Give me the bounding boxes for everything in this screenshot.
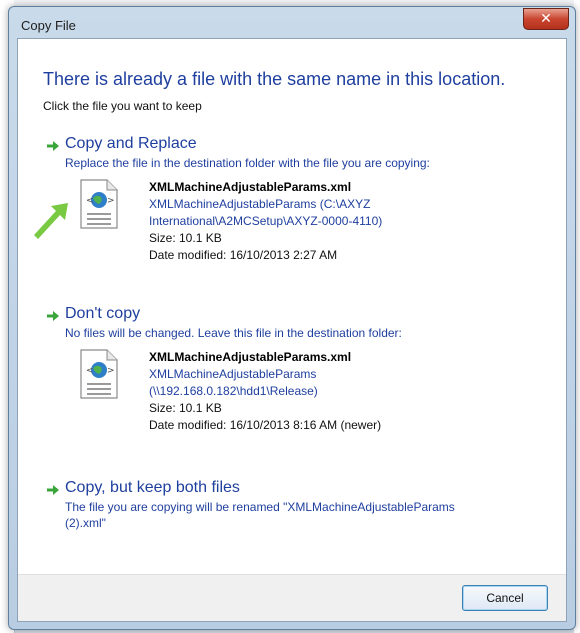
file-size: Size: 10.1 KB bbox=[149, 401, 222, 415]
dialog-title: Copy File bbox=[21, 18, 76, 33]
close-button[interactable]: ✕ bbox=[523, 8, 569, 30]
copy-file-dialog: Copy File ✕ There is already a file with… bbox=[8, 6, 576, 630]
option-description: No files will be changed. Leave this fil… bbox=[65, 326, 402, 340]
svg-text:>: > bbox=[107, 366, 115, 376]
title-bar[interactable]: Copy File ✕ bbox=[9, 7, 575, 37]
file-date-modified: Date modified: 16/10/2013 2:27 AM bbox=[149, 248, 338, 262]
green-arrow-icon bbox=[46, 309, 60, 323]
dialog-content: There is already a file with the same na… bbox=[17, 38, 567, 622]
file-details: XMLMachineAdjustableParams.xml XMLMachin… bbox=[149, 179, 382, 264]
option-description: The file you are copying will be renamed… bbox=[65, 500, 455, 514]
xml-file-icon: < > bbox=[80, 349, 118, 399]
file-location-continued: (\\192.168.0.182\hdd1\Release) bbox=[149, 384, 318, 398]
file-name: XMLMachineAdjustableParams.xml bbox=[149, 180, 352, 194]
option-description: Replace the file in the destination fold… bbox=[65, 156, 430, 170]
option-dont-copy[interactable]: Don't copy No files will be changed. Lea… bbox=[45, 305, 555, 455]
dialog-instruction: Click the file you want to keep bbox=[43, 99, 202, 113]
svg-text:<: < bbox=[86, 196, 94, 206]
xml-file-icon: < > bbox=[80, 179, 118, 229]
option-title: Copy and Replace bbox=[65, 135, 197, 152]
green-arrow-icon bbox=[46, 139, 60, 153]
option-keep-both-files[interactable]: Copy, but keep both files The file you a… bbox=[45, 479, 555, 545]
option-title: Don't copy bbox=[65, 305, 141, 322]
svg-text:<: < bbox=[86, 366, 94, 376]
file-location-continued: International\A2MCSetup\AXYZ-0000-4110) bbox=[149, 214, 383, 228]
dialog-heading: There is already a file with the same na… bbox=[43, 69, 506, 89]
file-location: XMLMachineAdjustableParams bbox=[149, 367, 317, 381]
file-name: XMLMachineAdjustableParams.xml bbox=[149, 350, 352, 364]
option-description-continued: (2).xml" bbox=[65, 516, 106, 530]
option-copy-and-replace[interactable]: Copy and Replace Replace the file in the… bbox=[45, 135, 555, 285]
cancel-button[interactable]: Cancel bbox=[462, 585, 548, 611]
green-arrow-icon bbox=[46, 483, 60, 497]
file-date-modified: Date modified: 16/10/2013 8:16 AM (newer… bbox=[149, 418, 382, 432]
dialog-footer: Cancel bbox=[18, 574, 566, 621]
callout-arrow-icon bbox=[34, 203, 68, 239]
file-size: Size: 10.1 KB bbox=[149, 231, 222, 245]
file-details: XMLMachineAdjustableParams.xml XMLMachin… bbox=[149, 349, 381, 434]
option-title: Copy, but keep both files bbox=[65, 479, 240, 496]
file-location: XMLMachineAdjustableParams (C:\AXYZ bbox=[149, 197, 371, 211]
svg-text:>: > bbox=[107, 196, 115, 206]
close-icon: ✕ bbox=[540, 11, 552, 27]
